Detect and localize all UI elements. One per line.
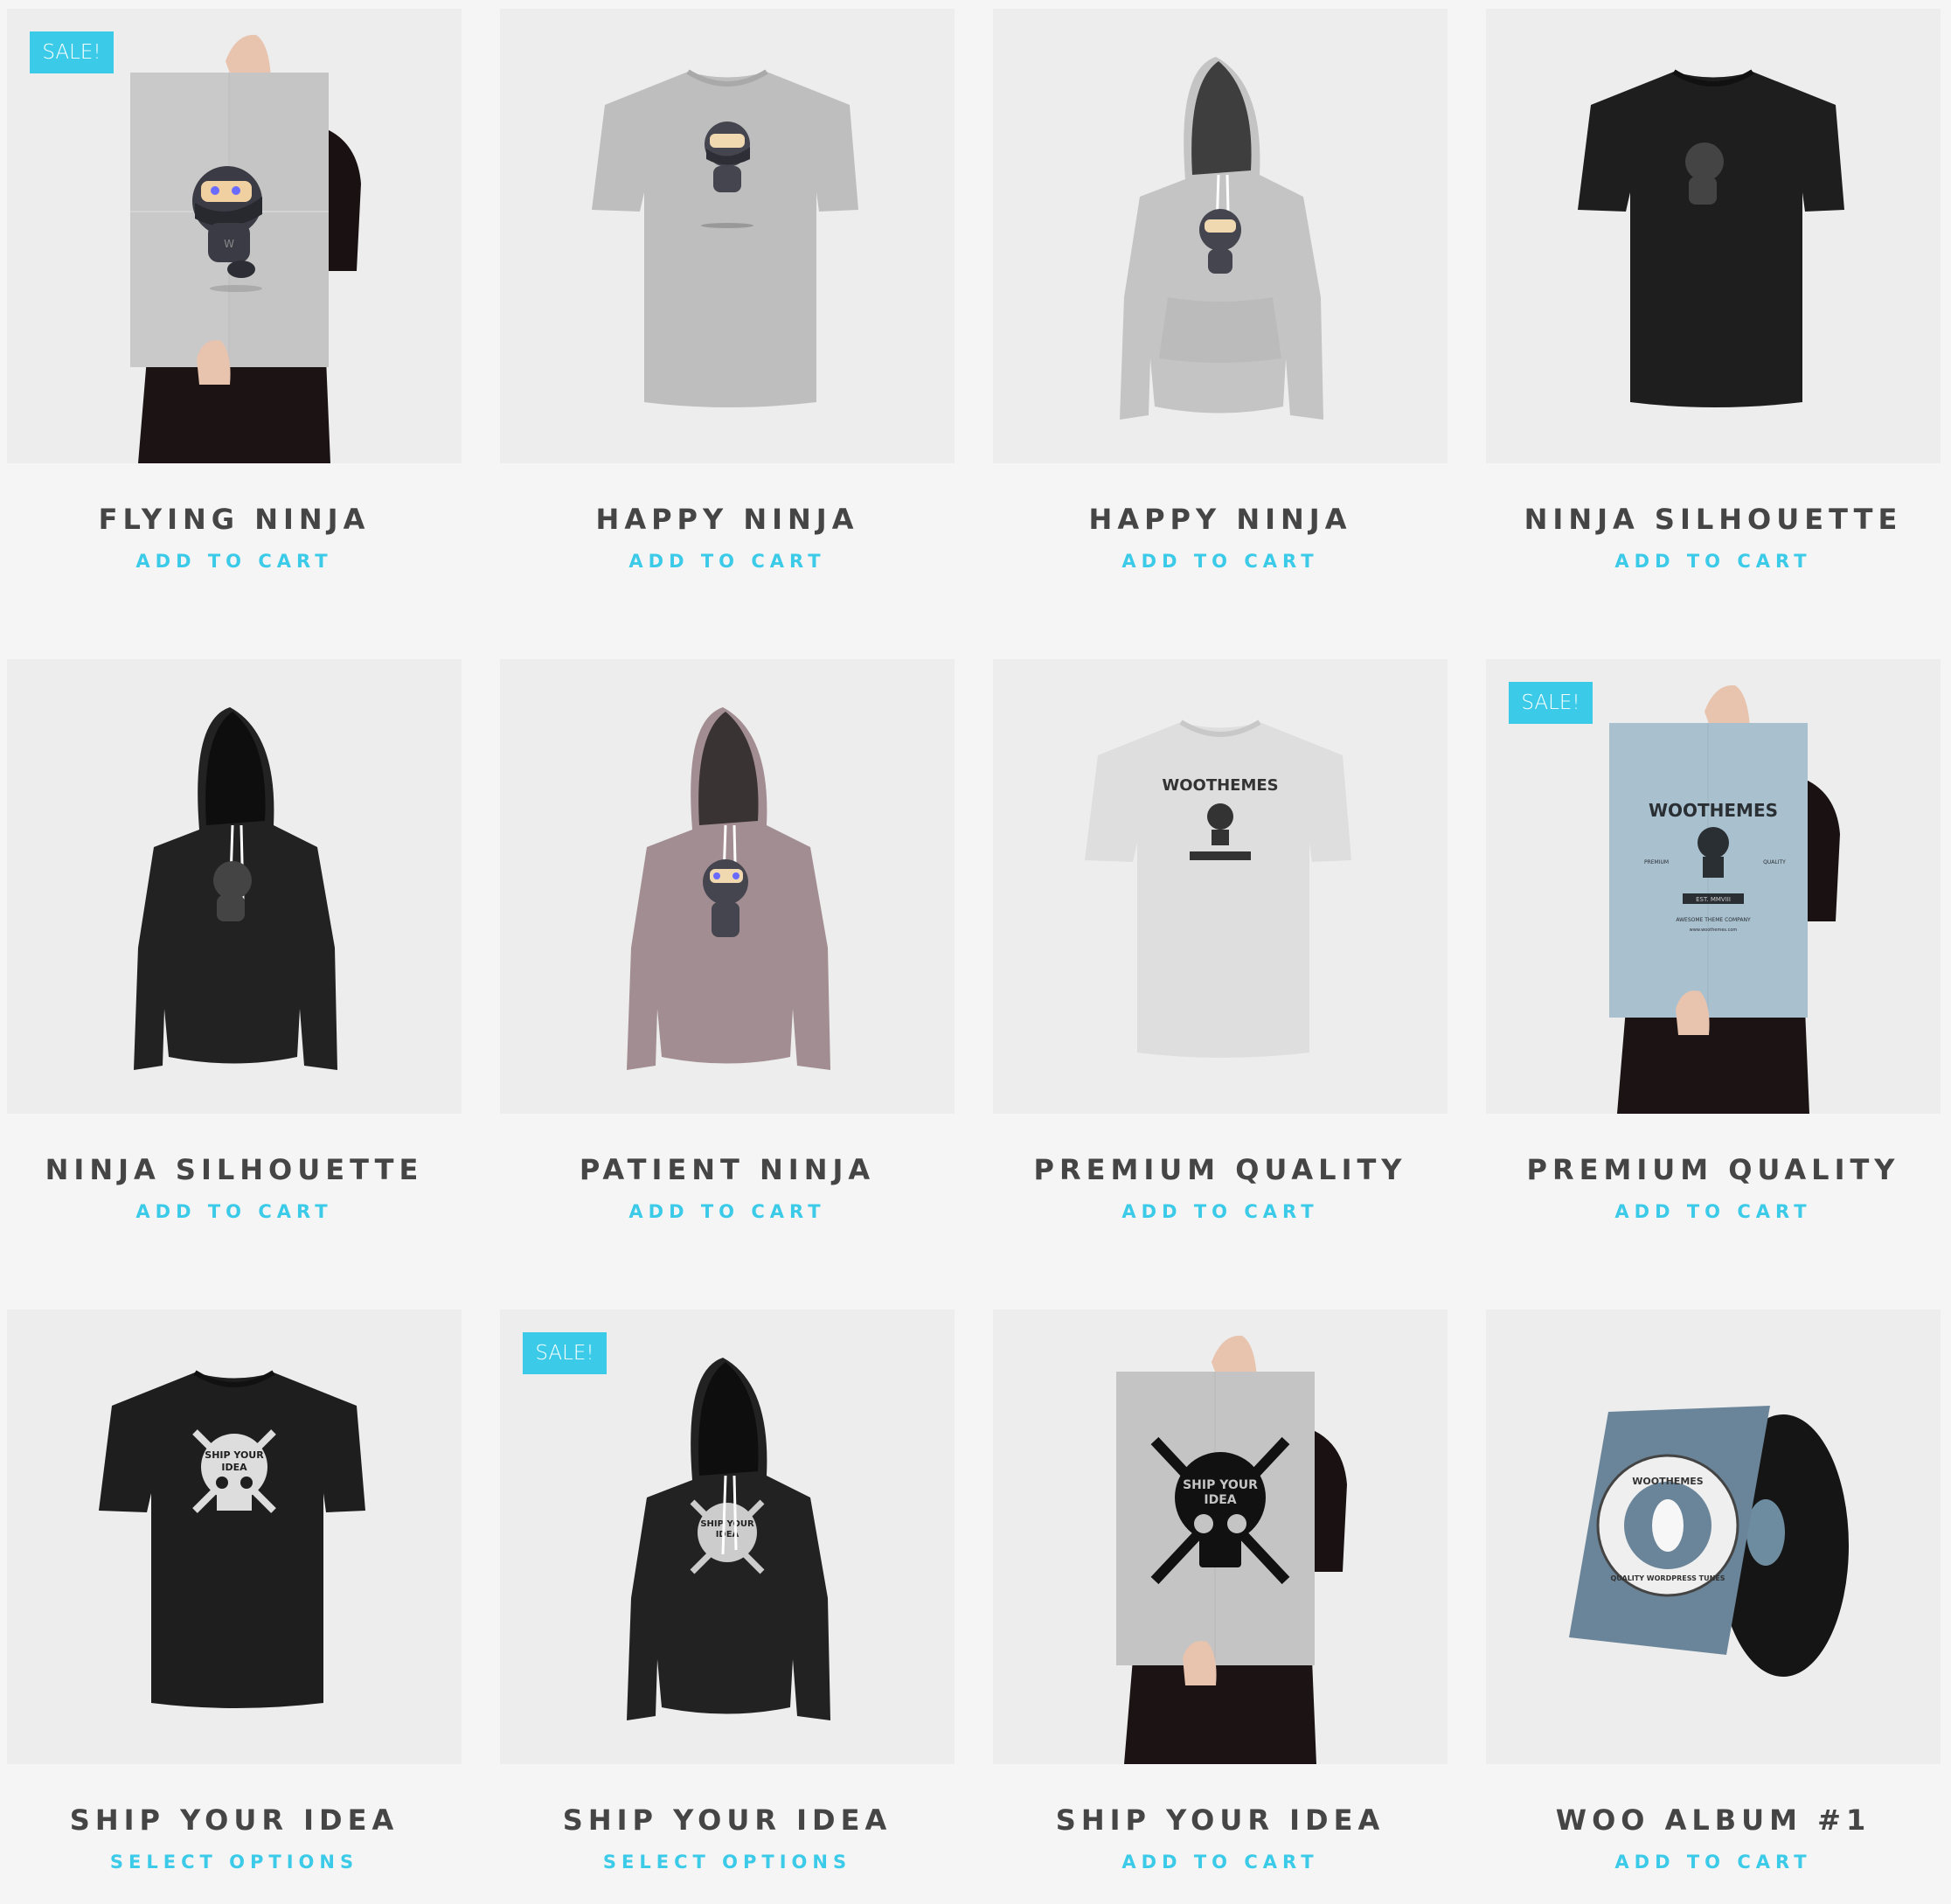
product-title[interactable]: Happy Ninja — [1089, 502, 1352, 537]
poster-image: SHIP YOUR IDEA — [1116, 1335, 1347, 1764]
product-title[interactable]: Ship Your Idea — [563, 1803, 892, 1838]
product-info: Patient Ninja Add to cart — [500, 1114, 955, 1224]
hoodie-image: SHIP YOUR IDEA — [627, 1358, 830, 1720]
product-info: Ninja Silhouette Add to cart — [1486, 463, 1941, 573]
product-info: Flying Ninja Add to cart — [7, 463, 462, 573]
product-title[interactable]: Ship Your Idea — [70, 1803, 399, 1838]
add-to-cart-button[interactable]: Add to cart — [1614, 549, 1811, 573]
svg-text:IDEA: IDEA — [221, 1462, 247, 1473]
vinyl-album-image: WOOTHEMES QUALITY WORDPRESS TUNES — [1569, 1406, 1849, 1677]
svg-text:IDEA: IDEA — [1204, 1493, 1236, 1507]
product-card: SALE! WOOTHEMES PREMIUM QUALITY EST. MMV… — [1486, 659, 1941, 1222]
hoodie-image — [627, 707, 830, 1070]
poster-image: WOOTHEMES PREMIUM QUALITY EST. MMVIII AW… — [1609, 684, 1840, 1114]
product-card: SHIP YOUR IDEA Ship Your Idea Add to car… — [993, 1310, 1448, 1873]
svg-text:www.woothemes.com: www.woothemes.com — [1690, 928, 1738, 933]
product-image-link[interactable]: WOOTHEMES QUALITY WORDPRESS TUNES — [1486, 1310, 1941, 1764]
tshirt-image: WOOTHEMES — [1085, 719, 1351, 1058]
tshirt-image — [1578, 69, 1844, 407]
sale-badge: SALE! — [30, 31, 114, 73]
add-to-cart-button[interactable]: Add to cart — [628, 1199, 825, 1224]
product-title[interactable]: Ninja Silhouette — [45, 1152, 424, 1187]
product-card: Patient Ninja Add to cart — [500, 659, 955, 1222]
add-to-cart-button[interactable]: Add to cart — [628, 549, 825, 573]
svg-text:QUALITY: QUALITY — [1763, 859, 1786, 865]
product-card: Happy Ninja Add to cart — [500, 9, 955, 572]
product-info: Happy Ninja Add to cart — [993, 463, 1448, 573]
svg-text:AWESOME THEME COMPANY: AWESOME THEME COMPANY — [1676, 917, 1751, 923]
product-card: SALE! SHIP YOUR IDEA Ship Your Idea Sele… — [500, 1310, 955, 1873]
select-options-button[interactable]: Select options — [110, 1850, 358, 1874]
tshirt-image — [592, 69, 858, 407]
product-info: Premium Quality Add to cart — [993, 1114, 1448, 1224]
svg-text:W: W — [224, 238, 234, 250]
svg-text:PREMIUM: PREMIUM — [1644, 859, 1669, 865]
add-to-cart-button[interactable]: Add to cart — [1614, 1199, 1811, 1224]
product-info: Woo Album #1 Add to cart — [1486, 1764, 1941, 1874]
product-title[interactable]: Premium Quality — [1034, 1152, 1407, 1187]
product-info: Ship Your Idea Select options — [7, 1764, 462, 1874]
product-title[interactable]: Premium Quality — [1527, 1152, 1900, 1187]
product-info: Premium Quality Add to cart — [1486, 1114, 1941, 1224]
svg-text:SHIP YOUR: SHIP YOUR — [1183, 1478, 1258, 1492]
product-image-link[interactable]: SALE! SHIP YOUR IDEA — [500, 1310, 955, 1764]
add-to-cart-button[interactable]: Add to cart — [135, 1199, 332, 1224]
product-image-link[interactable] — [500, 9, 955, 463]
tshirt-image: SHIP YOUR IDEA — [99, 1370, 365, 1708]
product-card: Ninja Silhouette Add to cart — [1486, 9, 1941, 572]
product-info: Happy Ninja Add to cart — [500, 463, 955, 573]
add-to-cart-button[interactable]: Add to cart — [135, 549, 332, 573]
add-to-cart-button[interactable]: Add to cart — [1121, 1199, 1318, 1224]
svg-text:WOOTHEMES: WOOTHEMES — [1162, 776, 1278, 795]
product-card: Happy Ninja Add to cart — [993, 9, 1448, 572]
svg-text:WOOTHEMES: WOOTHEMES — [1632, 1476, 1704, 1487]
product-image-link[interactable] — [1486, 9, 1941, 463]
product-card: SHIP YOUR IDEA Ship Your Idea Select opt… — [7, 1310, 462, 1873]
product-card: WOOTHEMES Premium Quality Add to cart — [993, 659, 1448, 1222]
add-to-cart-button[interactable]: Add to cart — [1614, 1850, 1811, 1874]
select-options-button[interactable]: Select options — [603, 1850, 851, 1874]
product-info: Ninja Silhouette Add to cart — [7, 1114, 462, 1224]
product-image-link[interactable]: SHIP YOUR IDEA — [993, 1310, 1448, 1764]
svg-text:WOOTHEMES: WOOTHEMES — [1649, 800, 1778, 821]
product-image-link[interactable]: SHIP YOUR IDEA — [7, 1310, 462, 1764]
product-grid: SALE! W FLYING NINJA ADD TO CART HAPPY N… — [7, 9, 1941, 1873]
product-card: WOOTHEMES QUALITY WORDPRESS TUNES Woo Al… — [1486, 1310, 1941, 1873]
product-info: Ship Your Idea Select options — [500, 1764, 955, 1874]
product-title[interactable]: Patient Ninja — [580, 1152, 875, 1187]
svg-text:SHIP YOUR: SHIP YOUR — [205, 1449, 264, 1461]
product-title[interactable]: Ship Your Idea — [1056, 1803, 1385, 1838]
product-image-link[interactable]: WOOTHEMES — [993, 659, 1448, 1114]
svg-text:QUALITY WORDPRESS TUNES: QUALITY WORDPRESS TUNES — [1610, 1574, 1725, 1582]
product-title[interactable]: Woo Album #1 — [1556, 1803, 1871, 1838]
product-image-link[interactable]: SALE! W — [7, 9, 462, 463]
product-title[interactable]: Flying Ninja — [99, 502, 371, 537]
product-image-link[interactable]: SALE! WOOTHEMES PREMIUM QUALITY EST. MMV… — [1486, 659, 1941, 1114]
poster-image: W — [130, 34, 361, 463]
product-image-link[interactable] — [7, 659, 462, 1114]
product-title[interactable]: Ninja Silhouette — [1524, 502, 1903, 537]
add-to-cart-button[interactable]: Add to cart — [1121, 549, 1318, 573]
svg-text:SHIP YOUR: SHIP YOUR — [700, 1519, 754, 1529]
product-card: Ninja Silhouette Add to cart — [7, 659, 462, 1222]
product-image-link[interactable] — [500, 659, 955, 1114]
product-info: Ship Your Idea Add to cart — [993, 1764, 1448, 1874]
add-to-cart-button[interactable]: Add to cart — [1121, 1850, 1318, 1874]
sale-badge: SALE! — [1509, 682, 1593, 724]
hoodie-image — [134, 707, 337, 1070]
product-card: SALE! W FLYING NINJA ADD TO CART — [7, 9, 462, 572]
product-title[interactable]: Happy Ninja — [596, 502, 859, 537]
product-image-link[interactable] — [993, 9, 1448, 463]
svg-text:EST. MMVIII: EST. MMVIII — [1696, 896, 1731, 903]
sale-badge: SALE! — [523, 1332, 607, 1374]
hoodie-image — [1120, 57, 1323, 420]
